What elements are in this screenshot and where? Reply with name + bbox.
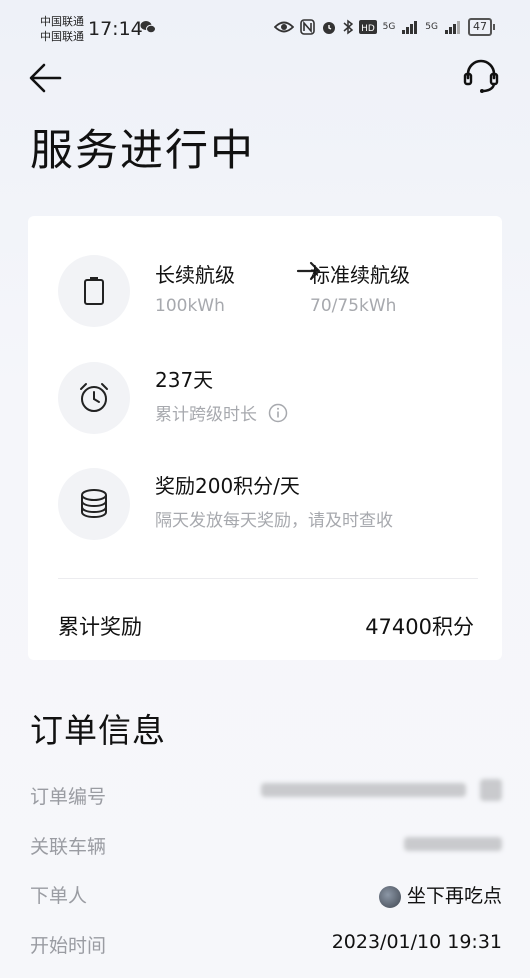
start-time-label: 开始时间 xyxy=(30,935,107,957)
status-icons: HD 5G 5G 47 xyxy=(273,18,495,36)
clock: 17:14 xyxy=(88,18,143,40)
bluetooth-icon xyxy=(343,19,353,35)
carrier-1: 中国联通 xyxy=(40,15,84,28)
orderer-label: 下单人 xyxy=(30,885,88,907)
wechat-icon xyxy=(140,21,156,34)
to-capacity: 70/75kWh xyxy=(310,296,397,316)
from-capacity: 100kWh xyxy=(155,296,225,316)
reward-note: 隔天发放每天奖励，请及时查收 xyxy=(155,511,393,531)
linked-vehicle-value-redacted xyxy=(404,832,502,854)
coins-icon-circle xyxy=(58,468,130,540)
duration-label: 累计跨级时长 xyxy=(155,400,288,425)
coins-stack-icon xyxy=(81,489,107,519)
page-title: 服务进行中 xyxy=(30,126,255,176)
total-reward-value: 47400积分 xyxy=(365,615,474,639)
reward-title: 奖励200积分/天 xyxy=(155,474,300,498)
info-icon[interactable] xyxy=(268,403,288,423)
from-level: 长续航级 xyxy=(155,263,235,287)
nfc-icon xyxy=(299,19,315,35)
alarm-icon xyxy=(322,22,335,34)
divider xyxy=(58,578,478,579)
battery-indicator: 47 xyxy=(468,18,495,36)
battery-icon-circle xyxy=(58,255,130,327)
duration-value: 237天 xyxy=(155,368,214,392)
hd-icon: HD xyxy=(358,20,377,34)
duration-row: 237天 累计跨级时长 xyxy=(58,362,478,436)
total-reward-label: 累计奖励 xyxy=(58,615,142,639)
duration-label-text: 累计跨级时长 xyxy=(155,405,257,425)
svg-text:HD: HD xyxy=(361,24,375,34)
order-info-title: 订单信息 xyxy=(30,711,166,750)
customer-service-icon[interactable] xyxy=(460,56,502,98)
linked-vehicle-row: 关联车辆 xyxy=(30,832,502,862)
linked-vehicle-label: 关联车辆 xyxy=(30,836,107,858)
battery-icon xyxy=(84,277,104,305)
eye-icon xyxy=(273,21,294,33)
carrier-info: 中国联通 中国联通 xyxy=(40,14,84,44)
upgrade-row: 长续航级 100kWh 标准续航级 70/75kWh xyxy=(58,255,478,329)
network-type-2: 5G xyxy=(425,22,438,32)
service-card: 长续航级 100kWh 标准续航级 70/75kWh 237天 累计跨级时长 奖… xyxy=(28,216,502,660)
start-time-row: 开始时间 2023/01/10 19:31 xyxy=(30,931,502,961)
start-time-value: 2023/01/10 19:31 xyxy=(331,931,502,953)
signal-icon xyxy=(402,21,418,34)
order-number-row: 订单编号 xyxy=(30,778,502,812)
order-number-label: 订单编号 xyxy=(30,786,107,808)
status-bar: 中国联通 中国联通 17:14 HD 5G 5G 47 xyxy=(0,0,530,52)
orderer-value: 坐下再吃点 xyxy=(378,881,502,908)
orderer-name: 坐下再吃点 xyxy=(406,885,502,907)
alarm-icon-circle xyxy=(58,362,130,434)
network-type-1: 5G xyxy=(382,22,396,32)
avatar xyxy=(378,885,401,908)
to-level: 标准续航级 xyxy=(310,263,410,287)
carrier-2: 中国联通 xyxy=(40,30,84,43)
signal-icon-2 xyxy=(445,21,460,34)
back-arrow-icon[interactable] xyxy=(26,58,66,98)
orderer-row: 下单人 坐下再吃点 xyxy=(30,881,502,911)
reward-row: 奖励200积分/天 隔天发放每天奖励，请及时查收 xyxy=(58,468,478,542)
order-number-value-redacted xyxy=(260,778,502,801)
alarm-clock-icon xyxy=(80,383,108,412)
